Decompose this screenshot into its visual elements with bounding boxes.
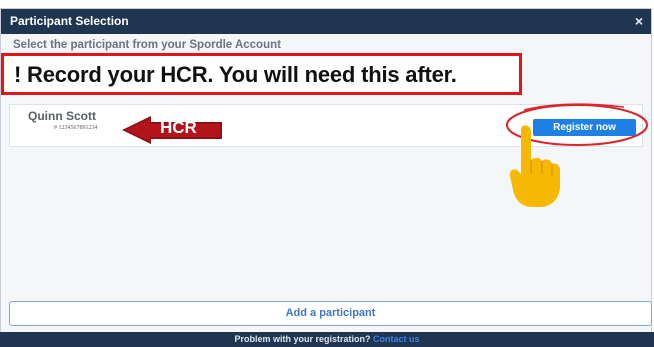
participant-name: Quinn Scott (28, 109, 96, 123)
footer-text: Problem with your registration? (234, 334, 371, 344)
dialog-footer: Problem with your registration? Contact … (0, 332, 654, 347)
participant-hcr-number: # 1234567891234 (54, 125, 98, 131)
pointing-hand-icon (509, 125, 560, 207)
add-participant-button[interactable]: Add a participant (9, 301, 652, 326)
hcr-notice-banner: ! Record your HCR. You will need this af… (1, 53, 522, 95)
hcr-arrow-label: HCR (160, 118, 197, 137)
dialog-subtitle: Select the participant from your Spordle… (13, 39, 281, 51)
close-icon[interactable]: × (635, 13, 643, 29)
dialog-title: Participant Selection (10, 14, 129, 28)
contact-us-link[interactable]: Contact us (373, 334, 420, 344)
dialog-header: Participant Selection × (1, 9, 651, 34)
